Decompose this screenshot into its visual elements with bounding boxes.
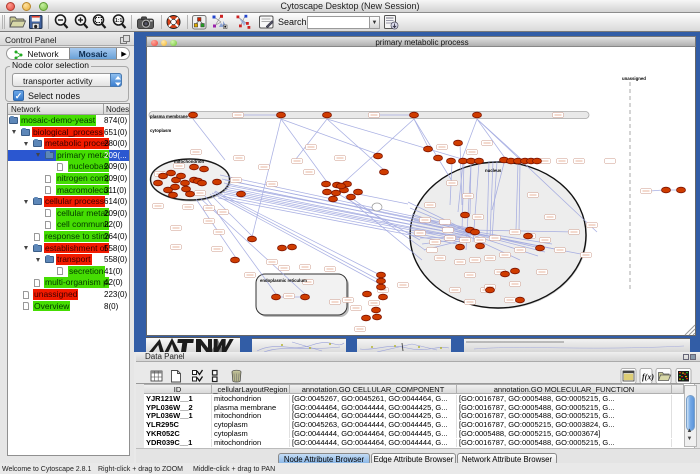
svg-text:f(x): f(x)	[642, 373, 654, 382]
svg-text:endoplasmic reticulum: endoplasmic reticulum	[260, 278, 307, 283]
svg-text:cytoplasm: cytoplasm	[150, 128, 171, 133]
svg-text:plasma membrane: plasma membrane	[150, 114, 188, 119]
svg-text:mitochondrion: mitochondrion	[174, 159, 204, 164]
svg-text:unassigned: unassigned	[622, 76, 646, 81]
svg-text:nucleus: nucleus	[485, 168, 502, 173]
svg-text:1:1: 1:1	[115, 18, 122, 24]
